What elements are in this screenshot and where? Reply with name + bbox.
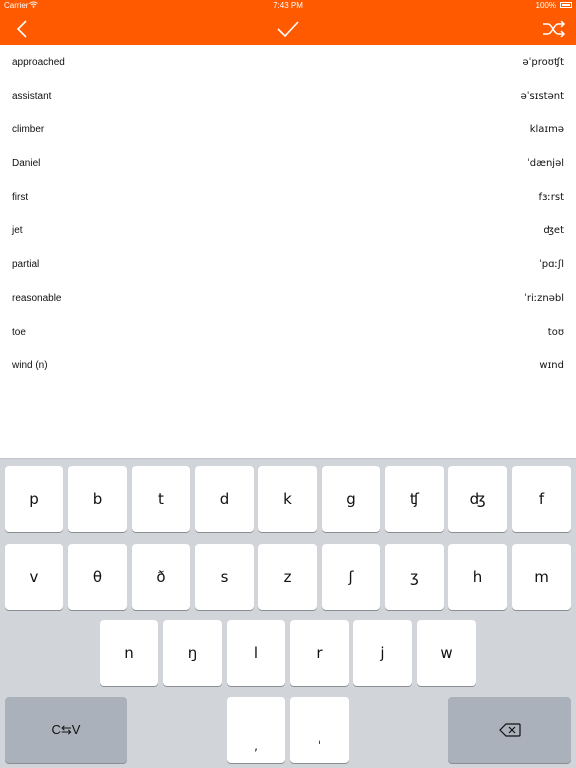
key-v[interactable]: v bbox=[5, 544, 63, 610]
word-row[interactable]: first fɜːrst bbox=[0, 180, 576, 214]
battery-icon bbox=[560, 2, 572, 8]
status-bar: Carrier 7:43 PM 100% bbox=[0, 0, 576, 12]
checkmark-icon bbox=[277, 20, 299, 37]
word-label: first bbox=[12, 191, 29, 203]
word-row[interactable]: climber klaɪmə bbox=[0, 112, 576, 146]
battery-percent: 100% bbox=[535, 1, 556, 10]
word-label: toe bbox=[12, 326, 26, 338]
ipa-transcription: əˈsɪstənt bbox=[520, 90, 564, 102]
key-comma[interactable]: , bbox=[227, 697, 285, 763]
key-s[interactable]: s bbox=[195, 544, 254, 610]
backspace-icon bbox=[498, 723, 521, 737]
confirm-button[interactable] bbox=[272, 12, 304, 45]
word-label: Daniel bbox=[12, 158, 41, 170]
ipa-transcription: ʤet bbox=[543, 225, 564, 237]
ipa-transcription: toʊ bbox=[547, 326, 564, 338]
key-stress-mark[interactable]: ˈ bbox=[290, 697, 349, 763]
word-row[interactable]: wind (n) wɪnd bbox=[0, 348, 576, 382]
ipa-transcription: ˈpɑːʃl bbox=[539, 259, 564, 271]
word-row[interactable]: approached əˈproʊʧt bbox=[0, 45, 576, 79]
word-row[interactable]: jet ʤet bbox=[0, 213, 576, 247]
screen: Carrier 7:43 PM 100% approached əˈproʊʧt bbox=[0, 0, 576, 768]
word-label: partial bbox=[12, 259, 40, 271]
delete-key[interactable] bbox=[448, 697, 571, 763]
word-label: climber bbox=[12, 124, 45, 136]
word-row[interactable]: partial ˈpɑːʃl bbox=[0, 247, 576, 281]
nav-bar bbox=[0, 12, 576, 45]
word-label: reasonable bbox=[12, 292, 62, 304]
shuffle-button[interactable] bbox=[536, 12, 572, 45]
key-eth[interactable]: ð bbox=[132, 544, 190, 610]
key-z[interactable]: z bbox=[258, 544, 317, 610]
word-row[interactable]: Daniel ˈdænjəl bbox=[0, 146, 576, 180]
ipa-transcription: ˈdænjəl bbox=[527, 158, 564, 170]
ipa-transcription: əˈproʊʧt bbox=[522, 57, 564, 68]
key-h[interactable]: h bbox=[448, 544, 507, 610]
word-label: assistant bbox=[12, 90, 52, 102]
key-m[interactable]: m bbox=[512, 544, 571, 610]
ipa-transcription: klaɪmə bbox=[529, 124, 564, 136]
key-f[interactable]: f bbox=[512, 466, 571, 532]
key-n[interactable]: n bbox=[100, 620, 158, 686]
key-k[interactable]: k bbox=[258, 466, 317, 532]
back-button[interactable] bbox=[6, 12, 38, 45]
word-label: jet bbox=[12, 225, 23, 237]
ipa-transcription: ˈriːznəbl bbox=[524, 292, 564, 304]
word-row[interactable]: toe toʊ bbox=[0, 315, 576, 349]
key-d[interactable]: d bbox=[195, 466, 254, 532]
shuffle-icon bbox=[543, 19, 566, 38]
key-r[interactable]: r bbox=[290, 620, 349, 686]
ipa-keyboard: p b t d k g ʧ ʤ f v θ ð s z ʃ ʒ h m n ŋ … bbox=[0, 458, 576, 768]
word-list: approached əˈproʊʧt assistant əˈsɪstənt … bbox=[0, 45, 576, 382]
key-g[interactable]: g bbox=[322, 466, 380, 532]
key-t[interactable]: t bbox=[132, 466, 190, 532]
key-ch[interactable]: ʧ bbox=[385, 466, 444, 532]
key-w[interactable]: w bbox=[417, 620, 476, 686]
key-p[interactable]: p bbox=[5, 466, 63, 532]
word-label: approached bbox=[12, 57, 65, 68]
ipa-transcription: fɜːrst bbox=[538, 191, 564, 203]
ipa-transcription: wɪnd bbox=[539, 360, 564, 372]
chevron-left-icon bbox=[16, 19, 27, 38]
switch-consonant-vowel-key[interactable]: C⇆V bbox=[5, 697, 127, 763]
key-dzh[interactable]: ʤ bbox=[448, 466, 507, 532]
status-time: 7:43 PM bbox=[273, 1, 303, 10]
key-theta[interactable]: θ bbox=[68, 544, 127, 610]
key-j[interactable]: j bbox=[353, 620, 412, 686]
word-label: wind (n) bbox=[12, 360, 48, 372]
key-l[interactable]: l bbox=[227, 620, 285, 686]
word-row[interactable]: reasonable ˈriːznəbl bbox=[0, 281, 576, 315]
key-esh[interactable]: ʃ bbox=[322, 544, 380, 610]
key-ezh[interactable]: ʒ bbox=[385, 544, 444, 610]
key-eng[interactable]: ŋ bbox=[163, 620, 222, 686]
word-row[interactable]: assistant əˈsɪstənt bbox=[0, 79, 576, 113]
key-b[interactable]: b bbox=[68, 466, 127, 532]
